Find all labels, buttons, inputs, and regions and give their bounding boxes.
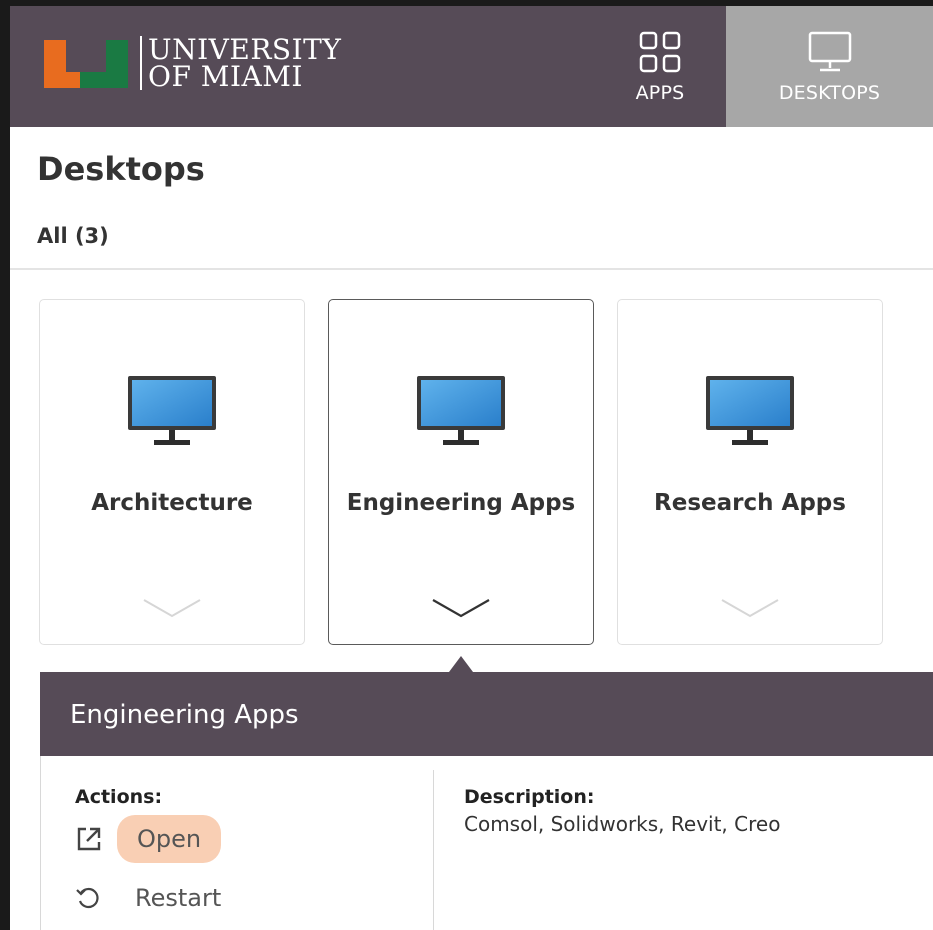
- apps-grid-icon: [639, 31, 681, 72]
- open-button[interactable]: Open: [117, 815, 222, 863]
- desktop-icon: [808, 31, 851, 71]
- desktop-card-label: Research Apps: [654, 490, 846, 516]
- monitor-icon: [417, 376, 505, 445]
- nav-apps-tab[interactable]: APPS: [600, 6, 720, 127]
- nav-desktops-tab[interactable]: DESKTOPS: [726, 6, 933, 127]
- open-action[interactable]: Open: [75, 812, 222, 866]
- page-title: Desktops: [37, 150, 205, 188]
- desktop-card-research-apps[interactable]: Research Apps: [617, 299, 883, 645]
- university-logo[interactable]: UNIVERSITY OF MIAMI: [44, 36, 341, 96]
- description-heading: Description:: [464, 786, 595, 808]
- desktop-card-architecture[interactable]: Architecture: [39, 299, 305, 645]
- chevron-down-icon[interactable]: [718, 596, 782, 620]
- desktop-card-label: Architecture: [91, 490, 253, 516]
- filter-all-tab[interactable]: All (3): [37, 224, 109, 248]
- nav-apps-label: APPS: [635, 81, 685, 104]
- monitor-icon: [706, 376, 794, 445]
- nav-desktops-label: DESKTOPS: [778, 81, 881, 104]
- restart-action[interactable]: Restart: [75, 876, 221, 920]
- restart-icon: [76, 887, 99, 909]
- desktop-card-engineering-apps[interactable]: Engineering Apps: [328, 299, 594, 645]
- panel-pointer: [449, 656, 473, 672]
- desktop-card-label: Engineering Apps: [346, 490, 576, 516]
- detail-panel-title: Engineering Apps: [70, 700, 299, 730]
- logo-line2: OF MIAMI: [148, 60, 303, 93]
- window-left-border: [0, 0, 10, 930]
- top-header: UNIVERSITY OF MIAMI APPS DESKTOPS: [10, 6, 933, 127]
- detail-panel-header: Engineering Apps: [40, 672, 933, 756]
- description-text: Comsol, Solidworks, Revit, Creo: [464, 812, 781, 836]
- logo-line1: UNIVERSITY: [148, 33, 342, 66]
- logo-wordmark: UNIVERSITY OF MIAMI: [140, 33, 342, 93]
- restart-button[interactable]: Restart: [135, 884, 221, 912]
- monitor-icon: [128, 376, 216, 445]
- column-divider: [433, 770, 434, 930]
- u-logo-icon: [44, 36, 132, 92]
- chevron-down-icon[interactable]: [140, 596, 204, 620]
- chevron-down-icon[interactable]: [429, 596, 493, 620]
- actions-heading: Actions:: [75, 786, 163, 808]
- external-link-icon: [77, 827, 101, 851]
- section-divider: [10, 268, 933, 270]
